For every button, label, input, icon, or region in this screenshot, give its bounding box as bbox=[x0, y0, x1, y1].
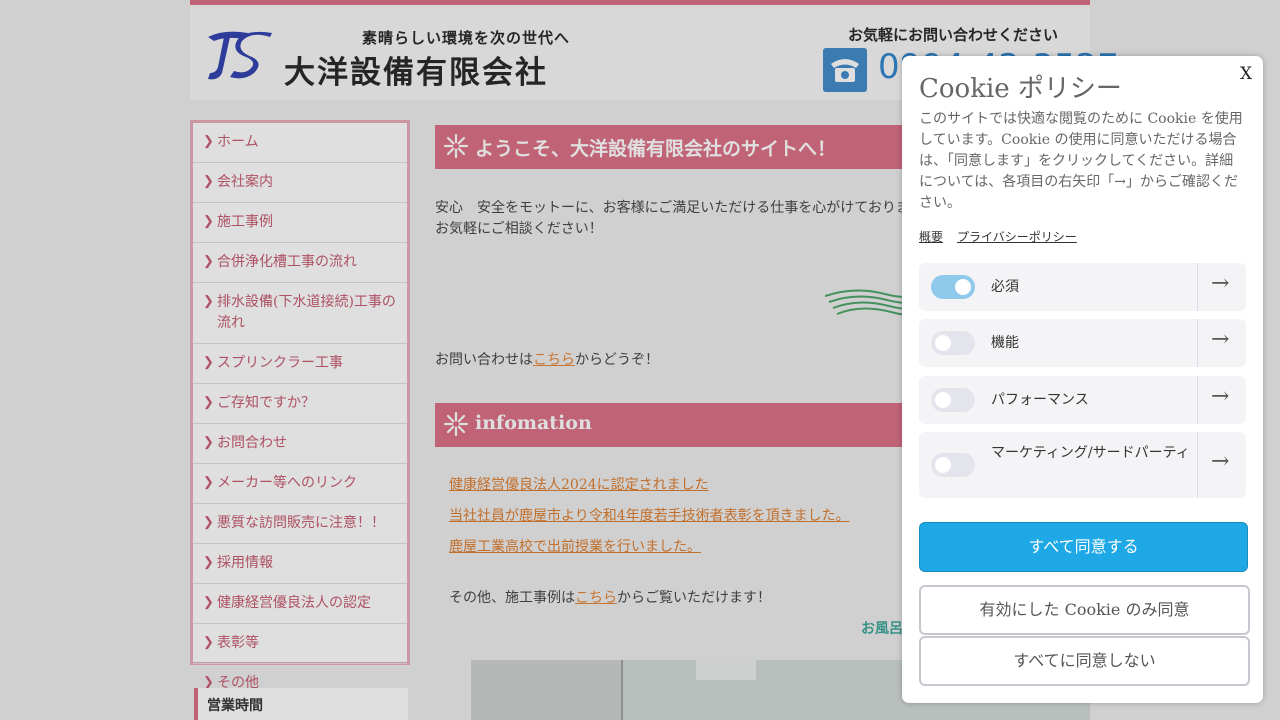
arrow-right-icon[interactable]: → bbox=[1211, 271, 1229, 296]
cookie-category-functional: 機能 → bbox=[919, 319, 1246, 367]
cookie-category-required: 必須 → bbox=[919, 263, 1246, 311]
reject-all-button[interactable]: すべてに同意しない bbox=[919, 636, 1250, 686]
cookie-title: Cookie ポリシー bbox=[919, 74, 1122, 104]
arrow-right-icon[interactable]: → bbox=[1211, 449, 1229, 474]
cookie-category-marketing: マーケティング/サードパーティ → bbox=[919, 432, 1246, 498]
cookie-policy-dialog: X Cookie ポリシー このサイトでは快適な閲覧のために Cookie を使… bbox=[902, 56, 1263, 703]
accept-enabled-button[interactable]: 有効にした Cookie のみ同意 bbox=[919, 585, 1250, 635]
category-label: 必須 bbox=[991, 279, 1019, 295]
overview-link[interactable]: 概要 bbox=[919, 230, 943, 244]
marketing-toggle[interactable] bbox=[931, 453, 975, 477]
cookie-category-performance: パフォーマンス → bbox=[919, 376, 1246, 424]
category-label: 機能 bbox=[991, 335, 1019, 351]
accept-all-button[interactable]: すべて同意する bbox=[919, 522, 1248, 572]
privacy-policy-link[interactable]: プライバシーポリシー bbox=[957, 230, 1077, 244]
arrow-right-icon[interactable]: → bbox=[1211, 384, 1229, 409]
close-button[interactable]: X bbox=[1240, 64, 1252, 84]
performance-toggle[interactable] bbox=[931, 388, 975, 412]
category-label: パフォーマンス bbox=[991, 392, 1089, 408]
cookie-links: 概要 プライバシーポリシー bbox=[919, 228, 1091, 245]
arrow-right-icon[interactable]: → bbox=[1211, 327, 1229, 352]
required-toggle[interactable] bbox=[931, 275, 975, 299]
functional-toggle[interactable] bbox=[931, 331, 975, 355]
cookie-description: このサイトでは快適な閲覧のために Cookie を使用しています。Cookie … bbox=[919, 111, 1243, 211]
category-label: マーケティング/サードパーティ bbox=[991, 445, 1190, 461]
